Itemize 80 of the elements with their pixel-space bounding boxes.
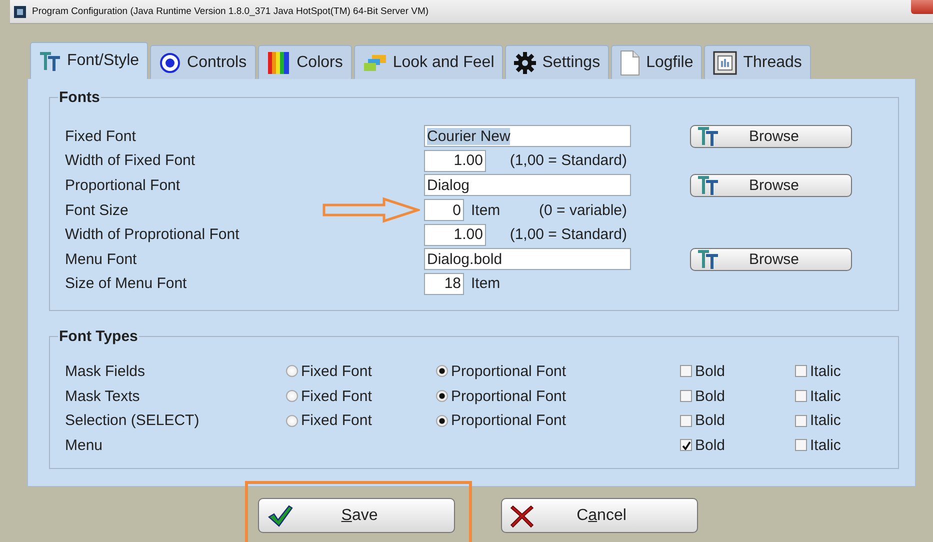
radio-button[interactable] xyxy=(286,365,298,378)
browse-button[interactable]: Browse xyxy=(690,124,852,148)
option-label: Bold xyxy=(695,388,726,405)
tt-icon xyxy=(697,248,719,270)
row-label: Mask Texts xyxy=(65,388,141,405)
option-label: Fixed Font xyxy=(301,412,372,430)
browse-button[interactable]: Browse xyxy=(690,174,852,197)
radio-button[interactable] xyxy=(436,414,448,427)
layers-icon xyxy=(362,52,387,72)
radio-button[interactable] xyxy=(286,414,298,427)
group-title: Fonts xyxy=(58,89,101,106)
check-icon xyxy=(267,504,293,528)
field-label: Size of Menu Font xyxy=(65,275,188,292)
unit-label: Item xyxy=(471,202,500,219)
option-label: Proportional Font xyxy=(451,362,566,380)
tab[interactable]: Logfile xyxy=(611,45,702,79)
option-label: Fixed Font xyxy=(301,362,372,380)
field-label: Fixed Font xyxy=(65,128,137,145)
checkbox[interactable] xyxy=(795,414,807,427)
tab[interactable]: Colors xyxy=(258,45,352,79)
row-label: Menu xyxy=(65,436,104,454)
radio-button[interactable] xyxy=(286,390,298,402)
input-field[interactable]: Courier New xyxy=(424,125,631,148)
tt-icon xyxy=(697,125,719,148)
option-label: Proportional Font xyxy=(451,412,566,430)
cross-icon xyxy=(510,504,534,528)
field-label: Width of Fixed Font xyxy=(65,152,196,170)
input-field[interactable]: 18 xyxy=(424,272,464,295)
checkbox[interactable] xyxy=(795,365,807,378)
browse-button[interactable]: Browse xyxy=(690,248,852,271)
option-label: Fixed Font xyxy=(301,388,372,405)
color-bars-icon xyxy=(266,50,291,74)
option-label: Italic xyxy=(810,436,841,454)
hint-text: (1,00 = Standard) xyxy=(510,226,628,244)
field-label: Menu Font xyxy=(65,250,138,268)
checkbox[interactable] xyxy=(795,439,807,452)
app-icon xyxy=(14,6,26,18)
unit-label: Item xyxy=(471,275,500,292)
checkbox[interactable] xyxy=(680,390,692,402)
tt-icon xyxy=(697,174,719,196)
option-label: Italic xyxy=(810,362,841,380)
tab[interactable]: Font/Style xyxy=(30,42,148,79)
tt-icon xyxy=(39,50,61,72)
input-field[interactable]: 0 xyxy=(424,199,464,222)
check-icon xyxy=(682,440,690,450)
checkbox[interactable] xyxy=(795,390,807,402)
input-field[interactable]: Dialog.bold xyxy=(424,248,631,270)
tab[interactable]: Controls xyxy=(150,45,256,79)
group-title: Font Types xyxy=(58,328,139,346)
save-button[interactable]: Save xyxy=(258,498,455,533)
checkbox[interactable] xyxy=(680,439,692,452)
window-title: Program Configuration (Java Runtime Version 1.8.0_371 Java HotSpot(TM) 64-Bit Server VM) xyxy=(32,6,429,17)
field-label: Font Size xyxy=(65,202,130,219)
option-label: Bold xyxy=(695,412,726,430)
row-label: Mask Fields xyxy=(65,362,146,380)
input-field[interactable]: 1.00 xyxy=(424,150,486,172)
option-label: Bold xyxy=(695,436,726,454)
input-field[interactable]: 1.00 xyxy=(424,224,486,246)
tab[interactable]: Settings xyxy=(505,45,610,79)
option-label: Italic xyxy=(810,412,841,430)
checkbox[interactable] xyxy=(680,365,692,378)
option-label: Italic xyxy=(810,388,841,405)
input-field[interactable]: Dialog xyxy=(424,174,631,196)
hint-text: (0 = variable) xyxy=(539,202,628,219)
close-button[interactable] xyxy=(911,0,933,14)
checkbox[interactable] xyxy=(680,414,692,427)
window-icon xyxy=(713,50,738,74)
cancel-button[interactable]: Cancel xyxy=(501,498,698,533)
option-label: Proportional Font xyxy=(451,388,566,405)
field-label: Proportional Font xyxy=(65,176,182,194)
hint-text: (1,00 = Standard) xyxy=(510,152,628,170)
tab[interactable]: Threads xyxy=(704,45,811,79)
document-icon xyxy=(620,50,640,76)
radio-button[interactable] xyxy=(436,365,448,378)
field-label: Width of Proprotional Font xyxy=(65,226,240,244)
option-label: Bold xyxy=(695,362,726,380)
tab[interactable]: Look and Feel xyxy=(354,45,504,79)
radio-button[interactable] xyxy=(436,390,448,402)
radio-icon xyxy=(159,52,182,74)
row-label: Selection (SELECT) xyxy=(65,412,200,430)
